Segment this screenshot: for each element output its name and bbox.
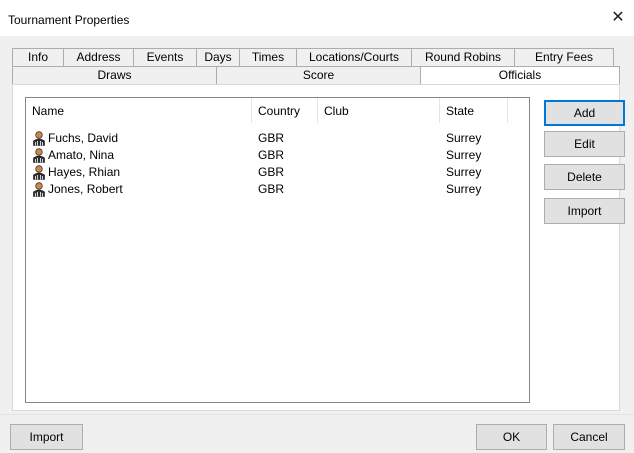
official-state: Surrey bbox=[446, 182, 482, 196]
table-row[interactable]: Amato, Nina GBR Surrey bbox=[26, 147, 529, 164]
official-state: Surrey bbox=[446, 165, 482, 179]
column-header-country[interactable]: Country bbox=[252, 98, 318, 123]
tab-entry-fees[interactable]: Entry Fees bbox=[514, 48, 614, 66]
table-row[interactable]: Hayes, Rhian GBR Surrey bbox=[26, 164, 529, 181]
person-icon bbox=[33, 131, 45, 146]
tab-draws[interactable]: Draws bbox=[12, 66, 217, 84]
list-rows: Fuchs, David GBR Surrey Amato, Nina GBR … bbox=[26, 130, 529, 198]
column-header-name[interactable]: Name bbox=[26, 98, 252, 123]
ok-button[interactable]: OK bbox=[476, 424, 547, 450]
tab-score[interactable]: Score bbox=[216, 66, 421, 84]
official-state: Surrey bbox=[446, 148, 482, 162]
officials-list[interactable]: Name Country Club State Fuchs, David GBR… bbox=[25, 97, 530, 403]
footer-divider bbox=[0, 414, 634, 415]
import-button[interactable]: Import bbox=[10, 424, 83, 450]
title-bar: Tournament Properties ✕ bbox=[0, 0, 634, 36]
edit-button[interactable]: Edit bbox=[544, 131, 625, 157]
official-name: Jones, Robert bbox=[48, 182, 123, 196]
cancel-button[interactable]: Cancel bbox=[553, 424, 625, 450]
tab-locations-courts[interactable]: Locations/Courts bbox=[296, 48, 412, 66]
table-row[interactable]: Jones, Robert GBR Surrey bbox=[26, 181, 529, 198]
person-icon bbox=[33, 182, 45, 197]
tab-round-robins[interactable]: Round Robins bbox=[411, 48, 515, 66]
delete-button[interactable]: Delete bbox=[544, 164, 625, 190]
close-icon[interactable]: ✕ bbox=[608, 8, 628, 28]
official-name: Hayes, Rhian bbox=[48, 165, 121, 179]
column-header-state[interactable]: State bbox=[440, 98, 508, 123]
official-name: Amato, Nina bbox=[48, 148, 115, 162]
person-icon bbox=[33, 148, 45, 163]
official-state: Surrey bbox=[446, 131, 482, 145]
add-button[interactable]: Add bbox=[544, 100, 625, 126]
import-official-button[interactable]: Import bbox=[544, 198, 625, 224]
dialog-title: Tournament Properties bbox=[8, 13, 130, 27]
official-country: GBR bbox=[258, 148, 285, 162]
tab-row-top: Info Address Events Days Times Locations… bbox=[12, 48, 614, 66]
tab-officials[interactable]: Officials bbox=[420, 66, 620, 85]
person-icon bbox=[33, 165, 45, 180]
tab-days[interactable]: Days bbox=[196, 48, 240, 66]
official-name: Fuchs, David bbox=[48, 131, 119, 145]
tab-row-bottom: Draws Score Officials bbox=[12, 66, 620, 85]
tournament-properties-dialog: Tournament Properties ✕ Info Address Eve… bbox=[0, 0, 634, 453]
official-country: GBR bbox=[258, 131, 285, 145]
table-row[interactable]: Fuchs, David GBR Surrey bbox=[26, 130, 529, 147]
tab-address[interactable]: Address bbox=[63, 48, 134, 66]
official-country: GBR bbox=[258, 165, 285, 179]
tab-times[interactable]: Times bbox=[239, 48, 297, 66]
list-header: Name Country Club State bbox=[26, 98, 529, 123]
tab-events[interactable]: Events bbox=[133, 48, 197, 66]
tab-info[interactable]: Info bbox=[12, 48, 64, 66]
official-country: GBR bbox=[258, 182, 285, 196]
column-header-club[interactable]: Club bbox=[318, 98, 440, 123]
